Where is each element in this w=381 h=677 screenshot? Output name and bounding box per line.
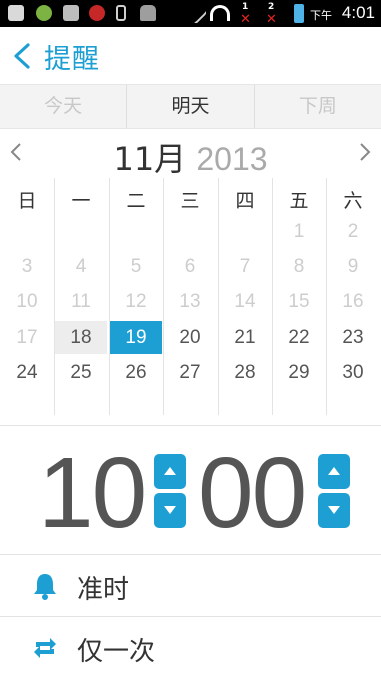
calendar-day-selected[interactable]: 19 xyxy=(110,320,162,354)
calendar-day[interactable]: 16 xyxy=(327,285,379,318)
mute-icon xyxy=(184,1,208,25)
page-title: 提醒 xyxy=(44,44,100,75)
calendar-day[interactable]: 22 xyxy=(273,321,325,354)
day-tabs: 今天 明天 下周 xyxy=(0,84,381,129)
calendar-day[interactable]: 23 xyxy=(327,321,379,354)
calendar-day[interactable]: 10 xyxy=(1,285,53,318)
header: 提醒 xyxy=(0,27,381,84)
weekday-header: 日 xyxy=(17,190,37,212)
calendar-day[interactable]: 26 xyxy=(110,356,162,389)
weekday-header: 一 xyxy=(71,190,91,212)
remind-timing-label: 准时 xyxy=(77,575,130,605)
calendar-day[interactable]: 27 xyxy=(164,356,216,389)
arrow-down-icon xyxy=(164,506,176,514)
calendar-day[interactable]: 17 xyxy=(1,321,53,354)
month-header: 11月 2013 xyxy=(0,130,381,178)
camera-notification-icon xyxy=(89,5,105,21)
battery-icon xyxy=(294,4,304,23)
repeat-label: 仅一次 xyxy=(77,637,156,667)
calendar-day[interactable]: 6 xyxy=(164,250,216,283)
checkbox-notification-icon xyxy=(63,5,79,21)
calendar-day[interactable]: 5 xyxy=(110,250,162,283)
status-ampm: 下午 xyxy=(310,9,332,22)
calendar-day[interactable]: 15 xyxy=(273,285,325,318)
year-value: 2013 xyxy=(196,141,268,177)
arrow-up-icon xyxy=(328,467,340,475)
weekday-header: 五 xyxy=(289,190,309,212)
calendar-day[interactable]: 13 xyxy=(164,285,216,318)
hour-value: 10 xyxy=(38,437,147,549)
minute-up-button[interactable] xyxy=(318,454,350,489)
hour-down-button[interactable] xyxy=(154,493,186,528)
calendar-day[interactable]: 25 xyxy=(55,356,107,389)
remind-timing-row[interactable]: 准时 xyxy=(0,555,381,617)
time-picker: 10 00 xyxy=(0,425,381,555)
calendar-day[interactable]: 20 xyxy=(164,321,216,354)
calendar-day[interactable]: 7 xyxy=(219,250,271,283)
hour-up-button[interactable] xyxy=(154,454,186,489)
arrow-up-icon xyxy=(164,467,176,475)
tab-today[interactable]: 今天 xyxy=(0,85,128,128)
arrow-down-icon xyxy=(328,506,340,514)
calendar-day[interactable]: 11 xyxy=(55,285,107,318)
calendar-day[interactable]: 30 xyxy=(327,356,379,389)
next-month-chevron-icon[interactable] xyxy=(355,140,375,164)
repeat-row[interactable]: 仅一次 xyxy=(0,617,381,677)
status-time: 4:01 xyxy=(341,3,375,22)
weekday-header: 三 xyxy=(180,190,200,212)
chevron-left-icon[interactable] xyxy=(8,39,38,73)
weekday-header: 四 xyxy=(235,190,255,212)
minute-value: 00 xyxy=(198,437,307,549)
calendar-grid: 日一二三四五六 1 2 3 4 5 6 7 8 9 10 11 12 13 14 15 16 17 18 19 20 21… xyxy=(0,178,381,415)
minute-down-button[interactable] xyxy=(318,493,350,528)
calendar-day[interactable]: 21 xyxy=(219,321,271,354)
month-name: 11月 xyxy=(113,140,187,178)
bell-icon xyxy=(34,574,56,600)
app-notification-icon xyxy=(36,5,52,21)
calendar-day[interactable]: 24 xyxy=(1,356,53,389)
wifi-icon xyxy=(210,5,230,21)
status-bar: 1 ✕ 2 ✕ 下午 4:01 xyxy=(0,0,381,27)
tab-tomorrow[interactable]: 明天 xyxy=(127,85,255,128)
tab-next-week[interactable]: 下周 xyxy=(255,85,381,128)
calendar-day[interactable]: 2 xyxy=(327,215,379,248)
repeat-icon xyxy=(34,638,56,658)
month-label: 11月 2013 xyxy=(0,134,381,180)
calendar-day[interactable]: 14 xyxy=(219,285,271,318)
calendar-day[interactable]: 9 xyxy=(327,250,379,283)
weekday-header: 六 xyxy=(343,190,363,212)
usb-icon xyxy=(116,5,126,21)
android-debug-icon xyxy=(140,5,156,21)
weekday-header: 二 xyxy=(126,190,146,212)
notification-add-icon xyxy=(8,5,24,21)
calendar-day[interactable]: 28 xyxy=(219,356,271,389)
calendar-day[interactable]: 12 xyxy=(110,285,162,318)
calendar-day[interactable]: 18 xyxy=(55,320,107,354)
calendar-day[interactable]: 4 xyxy=(55,250,107,283)
calendar-day[interactable]: 29 xyxy=(273,356,325,389)
calendar-day[interactable]: 1 xyxy=(273,215,325,248)
calendar-day[interactable]: 3 xyxy=(1,250,53,283)
calendar-day[interactable]: 8 xyxy=(273,250,325,283)
